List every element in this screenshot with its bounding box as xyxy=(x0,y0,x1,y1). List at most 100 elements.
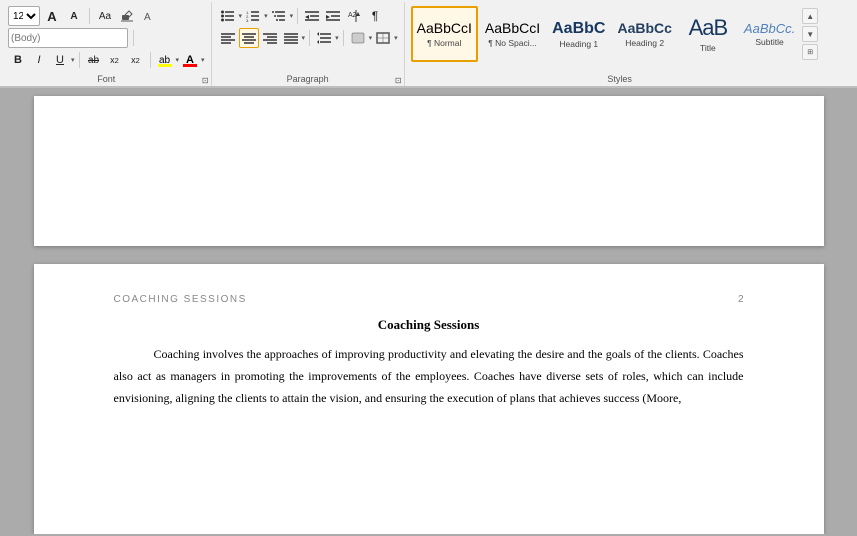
style-nospacing-label: ¶ No Spaci... xyxy=(488,38,537,48)
shading-dropdown[interactable]: ▾ xyxy=(369,34,373,42)
numbering-button[interactable]: 1.2.3. xyxy=(243,6,263,26)
sep3 xyxy=(79,52,80,68)
styles-scroll-down[interactable]: ▼ xyxy=(802,26,818,42)
style-nospacing-preview: AaBbCcI xyxy=(485,20,540,37)
sep-para1 xyxy=(297,8,298,24)
style-heading2-button[interactable]: AaBbCc Heading 2 xyxy=(612,6,676,62)
style-heading1-label: Heading 1 xyxy=(559,39,598,49)
style-normal-label: ¶ Normal xyxy=(427,38,461,48)
highlight-dropdown[interactable]: ▾ xyxy=(176,56,180,64)
underline-dropdown[interactable]: ▾ xyxy=(71,56,75,64)
strikethrough-button[interactable]: ab xyxy=(84,50,104,70)
style-nospacing-button[interactable]: AaBbCcI ¶ No Spaci... xyxy=(480,6,545,62)
italic-button[interactable]: I xyxy=(29,50,49,70)
styles-more[interactable]: ⊞ xyxy=(802,44,818,60)
borders-button[interactable] xyxy=(373,28,393,48)
style-subtitle-button[interactable]: AaBbCc. Subtitle xyxy=(739,6,800,62)
style-title-preview: AaB xyxy=(689,15,728,41)
align-center-button[interactable] xyxy=(239,28,259,48)
styles-group: AaBbCcI ¶ Normal AaBbCcI ¶ No Spaci... A… xyxy=(405,2,835,86)
font-name-input[interactable] xyxy=(8,28,128,48)
ribbon: 1210111416 A A Aa A xyxy=(0,0,857,88)
bullets-dropdown[interactable]: ▾ xyxy=(239,12,243,20)
sep2 xyxy=(133,30,134,46)
align-right-icon xyxy=(263,32,277,44)
numbering-icon: 1.2.3. xyxy=(246,10,260,22)
sort-button[interactable]: AZ xyxy=(344,6,364,26)
superscript-button[interactable]: x2 xyxy=(126,50,146,70)
style-heading2-preview: AaBbCc xyxy=(617,20,671,37)
style-subtitle-preview: AaBbCc. xyxy=(744,21,795,37)
font-dialog-button[interactable]: A xyxy=(139,6,159,26)
separator xyxy=(89,8,90,24)
font-dialog-icon: A xyxy=(144,11,154,21)
line-spacing-dropdown[interactable]: ▾ xyxy=(335,34,339,42)
text-highlight-button[interactable]: ab xyxy=(155,50,175,70)
font-group-label: Font xyxy=(2,74,211,84)
document-area: COACHING SESSIONS 2 Coaching Sessions Co… xyxy=(0,88,857,534)
style-heading1-button[interactable]: AaBbC Heading 1 xyxy=(547,6,610,62)
font-color-button[interactable]: A xyxy=(180,50,200,70)
highlight-color-bar xyxy=(158,64,172,67)
change-case-button[interactable]: Aa xyxy=(95,6,115,26)
svg-text:3.: 3. xyxy=(246,18,249,22)
style-heading1-preview: AaBbC xyxy=(552,19,605,38)
align-left-button[interactable] xyxy=(218,28,238,48)
font-color-dropdown[interactable]: ▾ xyxy=(201,56,205,64)
align-right-button[interactable] xyxy=(260,28,280,48)
subscript-button[interactable]: x2 xyxy=(105,50,125,70)
eraser-icon xyxy=(121,10,133,22)
numbering-dropdown[interactable]: ▾ xyxy=(264,12,268,20)
paragraph-expand-button[interactable]: ⊡ xyxy=(395,76,402,85)
multilevel-button[interactable] xyxy=(269,6,289,26)
pilcrow-button[interactable]: ¶ xyxy=(365,6,385,26)
increase-indent-icon xyxy=(326,10,340,22)
bold-button[interactable]: B xyxy=(8,50,28,70)
style-normal-button[interactable]: AaBbCcI ¶ Normal xyxy=(411,6,478,62)
align-center-icon xyxy=(242,32,256,44)
shading-button[interactable] xyxy=(348,28,368,48)
underline-button[interactable]: U xyxy=(50,50,70,70)
align-left-icon xyxy=(221,32,235,44)
page-header: COACHING SESSIONS 2 xyxy=(114,294,744,305)
document-body: Coaching involves the approaches of impr… xyxy=(114,343,744,410)
paragraph-group-label: Paragraph xyxy=(212,74,404,84)
style-subtitle-label: Subtitle xyxy=(755,37,783,47)
sep-para2 xyxy=(309,30,310,46)
page-2: COACHING SESSIONS 2 Coaching Sessions Co… xyxy=(34,264,824,534)
sort-icon: AZ xyxy=(348,10,360,22)
font-size-select[interactable]: 1210111416 xyxy=(8,6,40,26)
font-expand-button[interactable]: ⊡ xyxy=(202,76,209,85)
borders-dropdown[interactable]: ▾ xyxy=(394,34,398,42)
font-color-bar xyxy=(183,64,197,67)
font-group: 1210111416 A A Aa A xyxy=(2,2,212,86)
justify-button[interactable] xyxy=(281,28,301,48)
borders-icon xyxy=(376,32,390,44)
line-spacing-button[interactable] xyxy=(314,28,334,48)
decrease-indent-icon xyxy=(305,10,319,22)
style-heading2-label: Heading 2 xyxy=(625,38,664,48)
justify-dropdown[interactable]: ▾ xyxy=(302,34,306,42)
page-number: 2 xyxy=(738,294,744,305)
style-normal-preview: AaBbCcI xyxy=(417,20,472,37)
body-paragraph: Coaching involves the approaches of impr… xyxy=(114,343,744,410)
multilevel-icon xyxy=(272,10,286,22)
styles-scroll-up[interactable]: ▲ xyxy=(802,8,818,24)
style-title-label: Title xyxy=(700,43,716,53)
multilevel-dropdown[interactable]: ▾ xyxy=(290,12,294,20)
clear-format-button[interactable] xyxy=(117,6,137,26)
shrink-font-button[interactable]: A xyxy=(64,6,84,26)
sep4 xyxy=(150,52,151,68)
styles-group-label: Styles xyxy=(405,74,835,84)
page-gap xyxy=(0,246,857,254)
decrease-indent-button[interactable] xyxy=(302,6,322,26)
shading-icon xyxy=(351,32,365,44)
bullets-button[interactable] xyxy=(218,6,238,26)
line-spacing-icon xyxy=(317,32,331,44)
sep-para3 xyxy=(343,30,344,46)
increase-indent-button[interactable] xyxy=(323,6,343,26)
grow-font-button[interactable]: A xyxy=(42,6,62,26)
style-title-button[interactable]: AaB Title xyxy=(679,6,737,62)
document-title: Coaching Sessions xyxy=(114,317,744,333)
page-header-title: COACHING SESSIONS xyxy=(114,294,247,305)
